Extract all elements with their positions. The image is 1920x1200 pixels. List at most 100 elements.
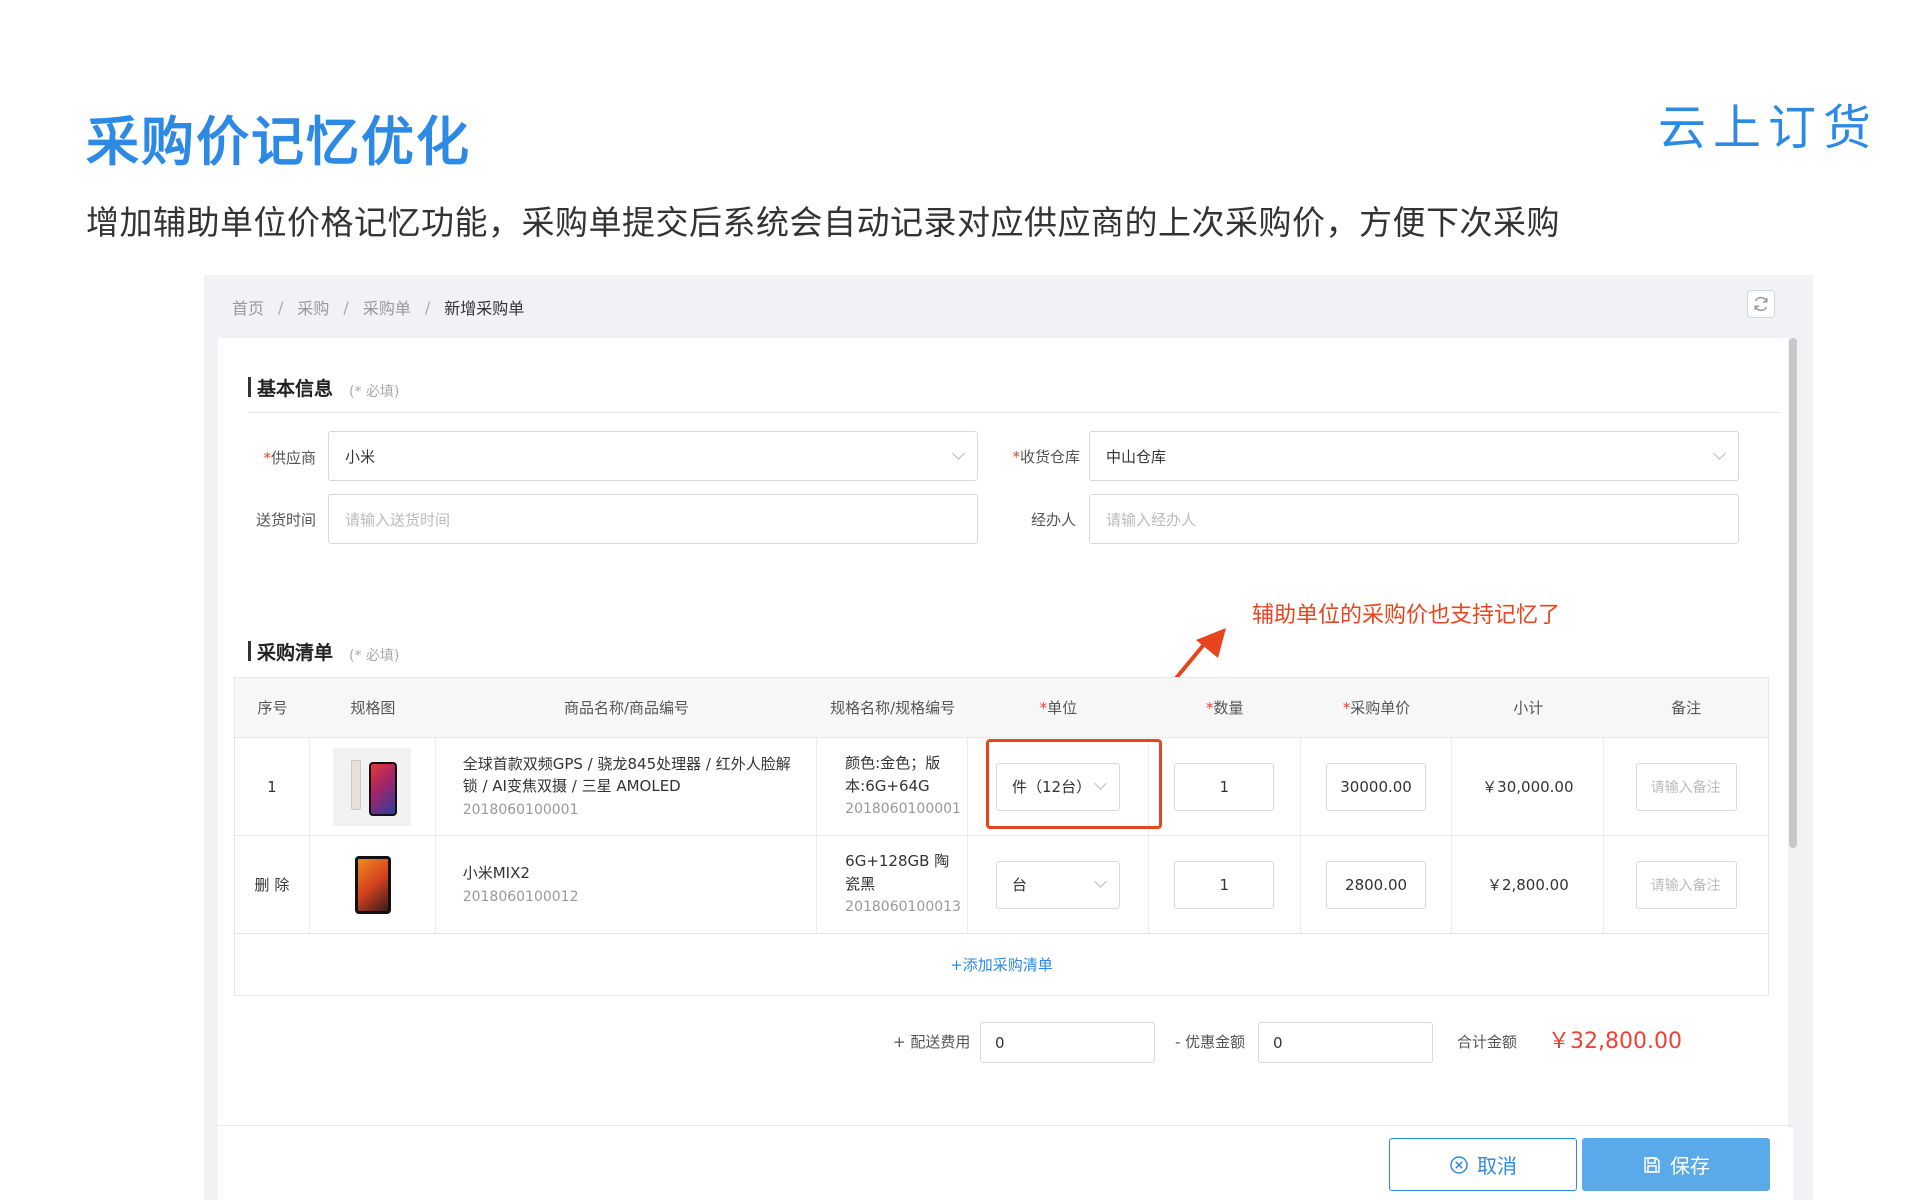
- product-code: 2018060100012: [462, 888, 579, 905]
- supplier-value: 小米: [345, 447, 376, 466]
- breadcrumb: 首页 / 采购 / 采购单 / 新增采购单: [232, 295, 524, 319]
- purchase-list-title: 采购清单 (* 必填): [248, 637, 399, 665]
- required-note: (* 必填): [349, 384, 400, 400]
- breadcrumb-current: 新增采购单: [444, 299, 525, 318]
- breadcrumb-separator: /: [278, 297, 284, 317]
- qty-cell: 1: [1149, 836, 1301, 933]
- discount-input[interactable]: 0: [1258, 1022, 1433, 1063]
- subtotal-cell: ￥30,000.00: [1452, 738, 1605, 835]
- subtotal-cell: ￥2,800.00: [1452, 836, 1605, 933]
- basic-info-title: 基本信息 (* 必填): [248, 373, 399, 401]
- save-label: 保存: [1670, 1154, 1710, 1178]
- shipping-input[interactable]: 0: [980, 1022, 1155, 1063]
- warehouse-value: 中山仓库: [1106, 447, 1167, 466]
- col-subtotal: 小计: [1513, 699, 1544, 717]
- handler-label: 经办人: [1030, 511, 1076, 529]
- product-cell: 小米MIX2 2018060100012: [436, 836, 818, 933]
- cancel-label: 取消: [1477, 1154, 1517, 1178]
- note-cell: 请输入备注: [1604, 738, 1768, 835]
- unit-select[interactable]: 台: [996, 860, 1121, 909]
- spec-name: 颜色:金色；版本:6G+64G: [845, 754, 941, 795]
- product-image: [333, 845, 412, 924]
- col-unit: * 单位: [1039, 698, 1078, 718]
- product-image-cell: [310, 836, 436, 933]
- note-input[interactable]: 请输入备注: [1635, 860, 1737, 909]
- unit-value: 台: [1012, 876, 1028, 894]
- note-input[interactable]: 请输入备注: [1635, 762, 1737, 811]
- delivery-time-label: 送货时间: [255, 511, 316, 529]
- product-image-cell: [310, 738, 436, 835]
- quantity-input[interactable]: 1: [1174, 860, 1275, 909]
- warehouse-label: *收货仓库: [1012, 448, 1080, 466]
- subtotal-value: ￥30,000.00: [1482, 778, 1574, 796]
- save-icon: [1642, 1155, 1662, 1175]
- col-product: 商品名称/商品编号: [563, 699, 690, 717]
- unit-price-input[interactable]: 2800.00: [1326, 860, 1427, 909]
- total-label: 合计金额: [1457, 1033, 1518, 1051]
- section-divider: [248, 412, 1780, 413]
- purchase-list-label: 采购清单: [257, 641, 334, 664]
- product-cell: 全球首款双频GPS / 骁龙845处理器 / 红外人脸解锁 / AI变焦双摄 /…: [436, 738, 818, 835]
- row-index: 1: [235, 738, 310, 835]
- unit-cell: 台: [968, 836, 1149, 933]
- save-button[interactable]: 保存: [1582, 1138, 1770, 1191]
- basic-info-label: 基本信息: [257, 377, 334, 400]
- chevron-down-icon: [1713, 447, 1726, 460]
- price-cell: 2800.00: [1301, 836, 1453, 933]
- breadcrumb-home[interactable]: 首页: [232, 295, 264, 319]
- spec-code: 2018060100013: [845, 899, 961, 915]
- slide-subtitle: 增加辅助单位价格记忆功能，采购单提交后系统会自动记录对应供应商的上次采购价，方便…: [86, 203, 1560, 242]
- spec-name: 6G+128GB 陶瓷黑: [845, 852, 950, 893]
- chevron-down-icon: [1094, 874, 1107, 888]
- footer-divider: [218, 1125, 1793, 1126]
- handler-input[interactable]: 请输入经办人: [1089, 494, 1739, 544]
- col-index: 序号: [257, 699, 288, 717]
- product-name: 小米MIX2: [462, 863, 530, 882]
- quantity-input[interactable]: 1: [1174, 762, 1275, 811]
- col-note: 备注: [1671, 699, 1702, 717]
- slide-title: 采购价记忆优化: [86, 112, 471, 173]
- breadcrumb-separator: /: [424, 297, 431, 317]
- add-purchase-item-button[interactable]: +添加采购清单: [235, 934, 1768, 995]
- shipping-label: + 配送费用: [893, 1033, 971, 1051]
- table-header: 序号 规格图 商品名称/商品编号 规格名称/规格编号 * 单位 * 数量 * 采购单价…: [235, 678, 1768, 738]
- annotation-text: 辅助单位的采购价也支持记忆了: [1252, 603, 1561, 628]
- required-note: (* 必填): [349, 648, 400, 664]
- warehouse-select[interactable]: 中山仓库: [1089, 431, 1739, 481]
- cancel-button[interactable]: 取消: [1389, 1138, 1577, 1191]
- refresh-icon[interactable]: [1747, 290, 1775, 318]
- unit-price-input[interactable]: 30000.00: [1326, 762, 1427, 811]
- col-price: * 采购单价: [1342, 698, 1411, 718]
- product-code: 2018060100001: [462, 801, 579, 818]
- qty-cell: 1: [1149, 738, 1301, 835]
- spec-cell: 6G+128GB 陶瓷黑 2018060100013: [817, 836, 969, 933]
- price-cell: 30000.00: [1301, 738, 1453, 835]
- spec-cell: 颜色:金色；版本:6G+64G 2018060100001: [817, 738, 969, 835]
- subtotal-value: ￥2,800.00: [1486, 876, 1569, 894]
- brand-logo: 云上订货: [1658, 100, 1879, 156]
- table-row: 删 除 小米MIX2 2018060100012 6G+128GB 陶瓷黑 20…: [235, 836, 1768, 934]
- scrollbar[interactable]: [1788, 338, 1798, 1128]
- note-cell: 请输入备注: [1604, 836, 1768, 933]
- section-bar: [248, 377, 251, 397]
- close-circle-icon: [1449, 1155, 1469, 1175]
- col-qty: * 数量: [1205, 698, 1244, 718]
- col-image: 规格图: [350, 699, 396, 717]
- breadcrumb-purchase[interactable]: 采购: [297, 295, 329, 319]
- breadcrumb-purchase-order[interactable]: 采购单: [363, 295, 411, 319]
- total-amount: ￥32,800.00: [1548, 1029, 1682, 1054]
- scrollbar-thumb[interactable]: [1789, 338, 1797, 848]
- product-name: 全球首款双频GPS / 骁龙845处理器 / 红外人脸解锁 / AI变焦双摄 /…: [462, 754, 791, 795]
- col-spec: 规格名称/规格编号: [830, 699, 956, 717]
- supplier-select[interactable]: 小米: [328, 431, 978, 481]
- highlight-box: [986, 739, 1162, 829]
- discount-label: - 优惠金额: [1175, 1033, 1246, 1051]
- spec-code: 2018060100001: [845, 801, 961, 817]
- chevron-down-icon: [952, 447, 965, 460]
- delivery-time-input[interactable]: 请输入送货时间: [328, 494, 978, 544]
- product-image: [333, 747, 412, 826]
- section-bar: [248, 641, 251, 661]
- breadcrumb-separator: /: [343, 297, 349, 317]
- purchase-table: 序号 规格图 商品名称/商品编号 规格名称/规格编号 * 单位 * 数量 * 采购单价…: [234, 677, 1769, 996]
- delete-row-button[interactable]: 删 除: [235, 836, 310, 933]
